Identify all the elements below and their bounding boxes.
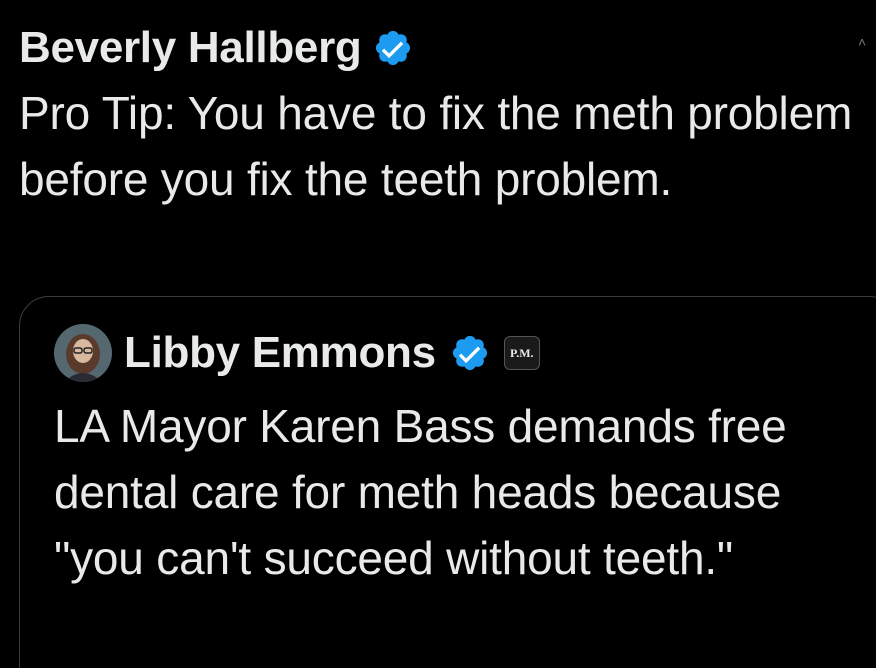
post-author-row: Beverly Hallberg xyxy=(19,18,859,78)
main-post: Beverly Hallberg Pro Tip: You have to fi… xyxy=(19,18,859,212)
avatar[interactable] xyxy=(54,324,112,382)
quoted-post-card[interactable]: Libby Emmons P.M. LA Mayor Karen Bass de… xyxy=(19,296,876,668)
quoted-author-name[interactable]: Libby Emmons xyxy=(124,328,436,378)
affiliate-badge-icon[interactable]: P.M. xyxy=(503,336,540,370)
more-options-icon[interactable]: ˄ xyxy=(858,34,866,50)
quoted-post-text: LA Mayor Karen Bass demands free dental … xyxy=(54,400,787,584)
quoted-post-header: Libby Emmons P.M. xyxy=(54,323,540,383)
post-text: Pro Tip: You have to fix the meth proble… xyxy=(19,87,853,205)
post-author-name[interactable]: Beverly Hallberg xyxy=(19,23,362,73)
verified-badge-icon[interactable] xyxy=(450,333,490,373)
verified-badge-icon[interactable] xyxy=(373,28,413,68)
